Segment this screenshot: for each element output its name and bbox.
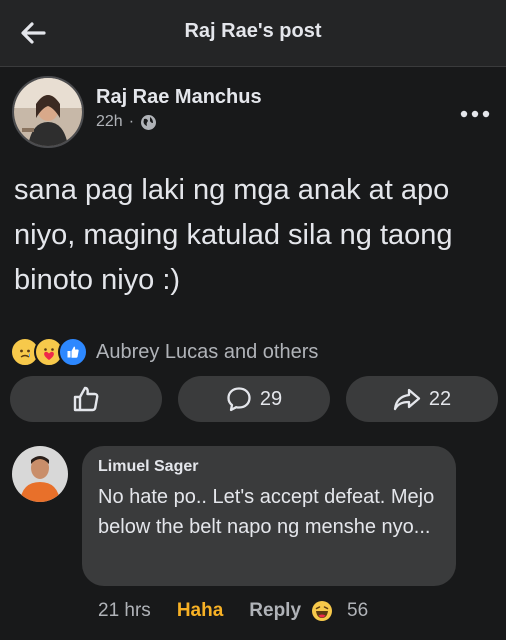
comment-meta: 21 hrs Haha Reply 56	[98, 598, 368, 624]
reaction-icons	[10, 337, 88, 367]
reaction-names: Aubrey Lucas and others	[96, 340, 319, 363]
meta-separator: ·	[128, 113, 135, 130]
reaction-summary[interactable]: Aubrey Lucas and others	[10, 337, 318, 367]
comment-reaction-button[interactable]: Haha	[177, 600, 223, 622]
commenter-photo	[12, 446, 68, 502]
share-button[interactable]: 22	[346, 376, 498, 422]
reply-button[interactable]: Reply	[249, 600, 301, 622]
author-avatar[interactable]	[12, 76, 84, 148]
page-title: Raj Rae's post	[184, 20, 322, 42]
top-bar: Raj Rae's post	[0, 0, 506, 67]
post-header: Raj Rae Manchus 22h ·	[0, 76, 506, 156]
like-reaction-icon	[58, 337, 88, 367]
comment-count: 29	[259, 387, 283, 410]
share-count: 22	[428, 387, 452, 410]
comment-reaction-count[interactable]: 56	[347, 600, 368, 622]
post-text: sana pag laki ng mga anak at apo niyo, m…	[14, 174, 453, 296]
share-icon	[393, 388, 421, 411]
more-options-button[interactable]	[458, 104, 492, 124]
post-actions: 29 22	[10, 376, 498, 422]
post-author-name[interactable]: Raj Rae Manchus	[96, 86, 262, 109]
comment-button[interactable]: 29	[178, 376, 330, 422]
haha-reaction-icon	[312, 601, 333, 621]
post-time[interactable]: 22h	[96, 113, 123, 131]
comment-icon	[227, 387, 251, 412]
commenter-avatar[interactable]	[12, 446, 68, 502]
comment-time[interactable]: 21 hrs	[98, 600, 151, 622]
commenter-name[interactable]: Limuel Sager	[98, 458, 198, 476]
comment-text: No hate po.. Let's accept defeat. Mejo b…	[98, 486, 435, 538]
more-icon	[460, 110, 490, 118]
thumbs-up-icon	[73, 386, 99, 412]
avatar-photo	[14, 78, 82, 146]
comment-bubble: Limuel Sager No hate po.. Let's accept d…	[82, 446, 456, 586]
globe-icon	[141, 114, 157, 130]
post-meta: 22h ·	[96, 113, 157, 131]
like-button[interactable]	[10, 376, 162, 422]
